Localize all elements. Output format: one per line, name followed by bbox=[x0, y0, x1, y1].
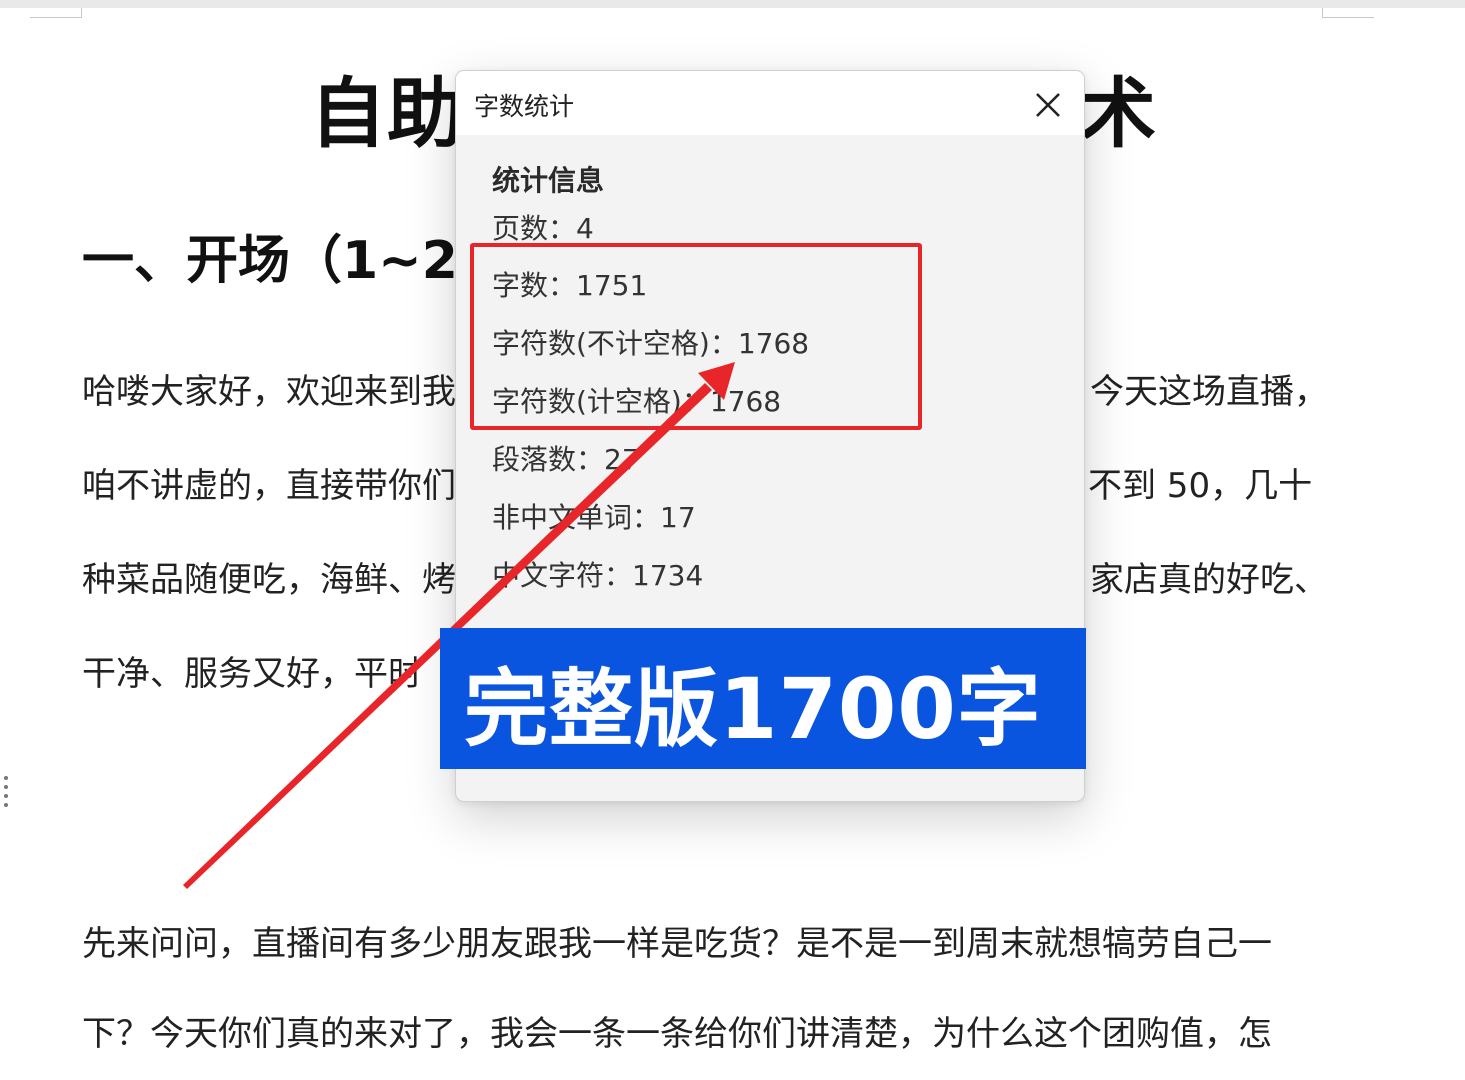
dialog-title: 字数统计 bbox=[474, 92, 575, 121]
paragraph-line: 哈喽大家好，欢迎来到我 bbox=[82, 372, 456, 412]
screenshot-stage: 自助餐本地团购直播话术 一、开场（1~2 哈喽大家好，欢迎来到我 今天这场直播，… bbox=[0, 0, 1465, 1080]
section-heading: 一、开场（1~2 bbox=[82, 231, 458, 291]
stat-non-chinese-words: 非中文单词：17 bbox=[492, 501, 696, 534]
promo-banner-text: 完整版1700字 bbox=[464, 660, 1042, 758]
stat-pages: 页数：4 bbox=[492, 212, 594, 245]
paragraph-line: 家店真的好吃、 bbox=[1090, 560, 1328, 600]
close-icon bbox=[1036, 93, 1060, 117]
promo-banner: 完整版1700字 bbox=[440, 628, 1086, 769]
stat-chinese-chars: 中文字符：1734 bbox=[492, 559, 704, 592]
stat-paragraphs: 段落数：27 bbox=[492, 443, 640, 476]
close-button[interactable] bbox=[1028, 85, 1068, 125]
paragraph-line: 先来问问，直播间有多少朋友跟我一样是吃货？是不是一到周末就想犒劳自己一 bbox=[82, 924, 1272, 964]
stats-section-title: 统计信息 bbox=[492, 164, 605, 197]
paragraph-line: 不到 50，几十 bbox=[1088, 466, 1313, 506]
dialog-titlebar[interactable]: 字数统计 bbox=[456, 71, 1084, 135]
paragraph-line: 种菜品随便吃，海鲜、烤 bbox=[82, 560, 456, 600]
red-highlight-box bbox=[470, 243, 922, 430]
paragraph-line: 今天这场直播， bbox=[1090, 372, 1328, 412]
paragraph-line: 干净、服务又好，平时 bbox=[82, 654, 422, 694]
paragraph-line: 咱不讲虚的，直接带你们 bbox=[82, 466, 456, 506]
drag-handle-icon[interactable] bbox=[2, 776, 12, 812]
paragraph-line: 下？今天你们真的来对了，我会一条一条给你们讲清楚，为什么这个团购值，怎 bbox=[82, 1014, 1272, 1054]
